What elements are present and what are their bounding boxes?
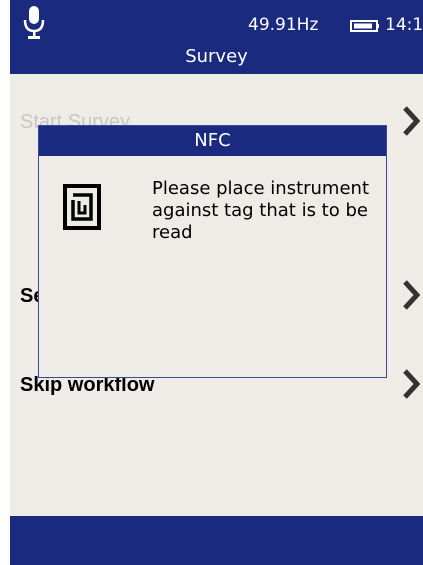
- chevron-right-icon: [403, 369, 420, 399]
- nfc-dialog[interactable]: NFC Please place instrument against tag …: [38, 125, 387, 378]
- bottom-bar: [10, 516, 423, 565]
- nfc-tag-icon: [63, 184, 101, 230]
- nfc-dialog-message: Please place instrument against tag that…: [152, 178, 370, 243]
- chevron-right-icon: [403, 280, 420, 310]
- battery-icon: [350, 20, 379, 32]
- nfc-dialog-title: NFC: [39, 126, 386, 156]
- clock: 14:11: [385, 15, 423, 35]
- frequency-readout: 49.91Hz: [248, 15, 319, 35]
- page-title: Survey: [185, 46, 248, 67]
- app-header: 49.91Hz 14:11 Survey: [10, 0, 423, 74]
- app-window: 49.91Hz 14:11 Survey Start Survey Se Ski…: [10, 0, 423, 565]
- microphone-icon: [23, 6, 45, 39]
- chevron-right-icon: [403, 106, 420, 136]
- status-bar: 49.91Hz 14:11: [10, 0, 423, 40]
